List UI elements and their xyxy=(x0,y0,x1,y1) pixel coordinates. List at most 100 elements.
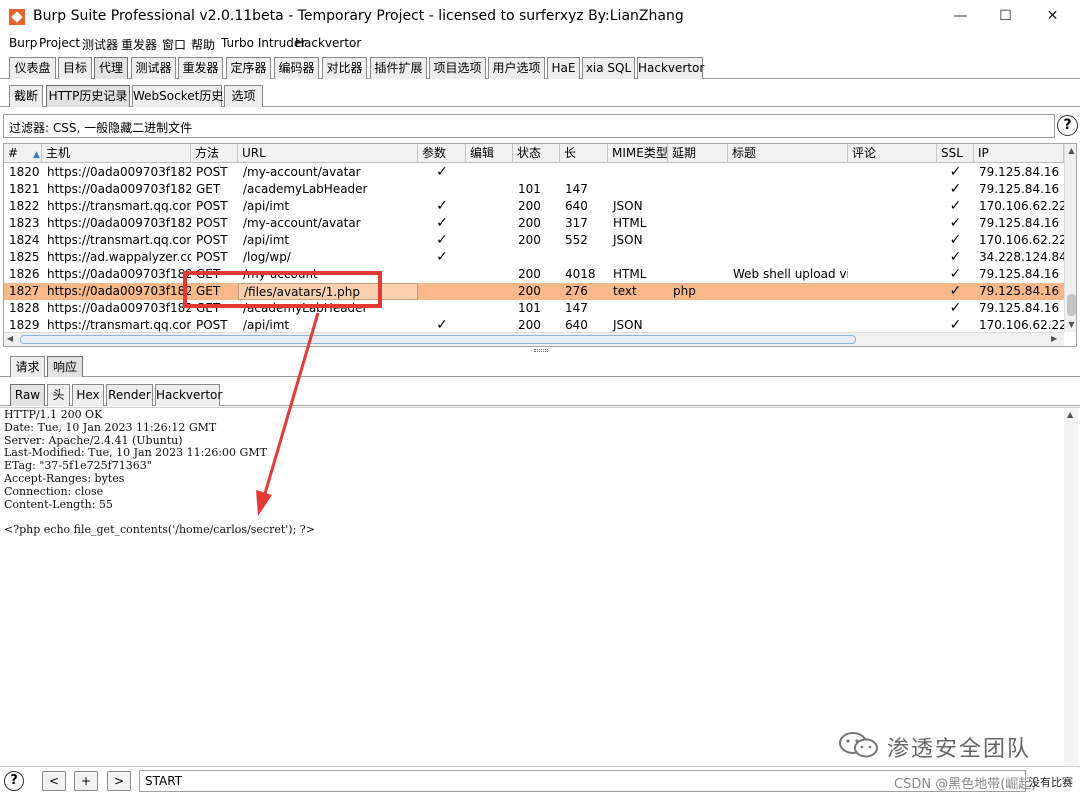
table-row[interactable]: 1820 https://0ada009703f182cfc... POST/my-… xyxy=(4,164,1064,181)
response-vertical-scrollbar[interactable]: ▲ xyxy=(1064,408,1078,766)
cell-ip: 34.228.124.84 xyxy=(979,250,1064,264)
scrollbar-thumb[interactable] xyxy=(20,335,856,344)
column-header-edited[interactable]: 编辑 xyxy=(466,144,513,163)
cell-ssl: ✓ xyxy=(949,164,962,180)
column-header-title[interactable]: 标题 xyxy=(728,144,848,163)
cell-extension: php xyxy=(673,284,696,298)
tab-websocket-history[interactable]: WebSocket历史 xyxy=(132,85,223,107)
table-row[interactable]: 1827https://0ada009703f182cfc...GET/file… xyxy=(4,283,1064,300)
tab-request[interactable]: 请求 xyxy=(10,356,45,377)
menu-project[interactable]: Project xyxy=(39,36,80,50)
menu-burp[interactable]: Burp xyxy=(9,36,37,50)
cell-params: ✓ xyxy=(436,232,448,248)
table-row[interactable]: 1821 https://0ada009703f182cfc... GET/acad… xyxy=(4,181,1064,198)
tab-sequencer[interactable]: 定序器 xyxy=(226,57,271,79)
cell-title xyxy=(728,232,848,249)
tab-hackvertor[interactable]: Hackvertor xyxy=(637,57,704,79)
tab-intercept[interactable]: 截断 xyxy=(9,85,43,107)
tab-hackvertor-view[interactable]: Hackvertor xyxy=(155,384,222,406)
tab-render[interactable]: Render xyxy=(106,384,153,406)
column-header-number[interactable]: # ▲ xyxy=(4,144,42,163)
table-horizontal-scrollbar[interactable]: ◀ ▶ xyxy=(4,332,1064,346)
cell-url: /my-account/avatar xyxy=(243,165,361,179)
brand-watermark-text: 渗透安全团队 xyxy=(887,737,1032,762)
column-header-params[interactable]: 参数 xyxy=(418,144,466,163)
main-tab-bar: 仪表盘 目标 代理 测试器 重发器 定序器 编码器 对比器 插件扩展 项目选项 … xyxy=(0,55,1080,79)
tab-decoder[interactable]: 编码器 xyxy=(274,57,319,79)
tab-raw[interactable]: Raw xyxy=(10,384,45,406)
tab-user-options[interactable]: 用户选项 xyxy=(488,57,545,79)
cell-ip: 79.125.84.16 xyxy=(979,267,1060,281)
cell-extension xyxy=(668,266,728,283)
tab-repeater[interactable]: 重发器 xyxy=(178,57,223,79)
tab-headers[interactable]: 头 xyxy=(47,384,70,406)
search-options-button[interactable]: + xyxy=(74,771,98,791)
menu-help[interactable]: 帮助 xyxy=(191,36,215,53)
cell-number: 1822 xyxy=(9,199,40,213)
column-header-comment[interactable]: 评论 xyxy=(848,144,937,163)
tab-xia-sql[interactable]: xia SQL xyxy=(582,57,635,79)
splitter-handle[interactable] xyxy=(534,349,548,352)
cell-extension xyxy=(668,300,728,317)
tab-comparer[interactable]: 对比器 xyxy=(322,57,367,79)
tab-options[interactable]: 选项 xyxy=(224,85,263,107)
next-match-button[interactable]: > xyxy=(107,771,131,791)
scrollbar-thumb[interactable] xyxy=(1067,294,1076,316)
cell-ssl: ✓ xyxy=(949,283,962,299)
column-header-url[interactable]: URL xyxy=(238,144,418,163)
cell-params: ✓ xyxy=(436,249,448,265)
tab-proxy[interactable]: 代理 xyxy=(94,57,128,79)
cell-ssl: ✓ xyxy=(949,198,962,214)
table-row[interactable]: 1825 https://ad.wappalyzer.com POST/log/wp… xyxy=(4,249,1064,266)
column-header-method[interactable]: 方法 xyxy=(191,144,238,163)
menu-intruder[interactable]: 测试器 xyxy=(82,36,118,53)
tab-target[interactable]: 目标 xyxy=(58,57,92,79)
table-row[interactable]: 1822 https://transmart.qq.com POST/api/imt… xyxy=(4,198,1064,215)
menu-repeater[interactable]: 重发器 xyxy=(121,36,157,53)
column-header-host[interactable]: 主机 xyxy=(42,144,191,163)
cell-url: /my-account/avatar xyxy=(243,216,361,230)
close-button[interactable]: ✕ xyxy=(1030,2,1075,30)
filter-bar[interactable]: 过滤器: CSS, 一般隐藏二进制文件 xyxy=(3,114,1055,138)
cell-length xyxy=(560,164,608,181)
menu-hackvertor[interactable]: Hackvertor xyxy=(295,36,361,50)
menu-turbo-intruder[interactable]: Turbo Intruder xyxy=(221,36,306,50)
tab-intruder[interactable]: 测试器 xyxy=(131,57,176,79)
tab-hae[interactable]: HaE xyxy=(547,57,580,79)
column-header-length[interactable]: 长 xyxy=(560,144,608,163)
table-row[interactable]: 1824 https://transmart.qq.com POST/api/imt… xyxy=(4,232,1064,249)
tab-response[interactable]: 响应 xyxy=(47,356,83,377)
scroll-up-arrow-icon[interactable]: ▲ xyxy=(1067,410,1073,419)
scroll-left-arrow-icon[interactable]: ◀ xyxy=(7,334,13,343)
table-row[interactable]: 1826https://0ada009703f182cfc...GET/my-a… xyxy=(4,266,1064,283)
tab-hex[interactable]: Hex xyxy=(72,384,104,406)
table-vertical-scrollbar[interactable]: ▲ ▼ xyxy=(1064,144,1076,332)
column-header-ip[interactable]: IP xyxy=(974,144,1064,163)
help-icon[interactable]: ? xyxy=(1057,115,1078,136)
cell-mime-type: HTML xyxy=(613,216,647,230)
tab-project-options[interactable]: 项目选项 xyxy=(429,57,486,79)
table-row[interactable]: 1828https://0ada009703f182cfc...GET/acad… xyxy=(4,300,1064,317)
help-icon[interactable]: ? xyxy=(4,771,24,791)
cell-mime-type xyxy=(608,164,668,181)
tab-extender[interactable]: 插件扩展 xyxy=(370,57,427,79)
column-header-extension[interactable]: 延期 xyxy=(668,144,728,163)
scroll-right-arrow-icon[interactable]: ▶ xyxy=(1051,334,1057,343)
column-header-mime-type[interactable]: MIME类型 xyxy=(608,144,668,163)
response-editor[interactable]: HTTP/1.1 200 OK Date: Tue, 10 Jan 2023 11… xyxy=(0,407,1080,766)
menu-bar: Burp Project 测试器 重发器 窗口 帮助 Turbo Intrude… xyxy=(0,32,1080,54)
tab-dashboard[interactable]: 仪表盘 xyxy=(9,57,56,79)
cell-method: POST xyxy=(196,250,228,264)
tab-http-history[interactable]: HTTP历史记录 xyxy=(46,85,130,107)
cell-url: /api/imt xyxy=(243,199,290,213)
table-row[interactable]: 1823 https://0ada009703f182cfc... POST/my-… xyxy=(4,215,1064,232)
menu-window[interactable]: 窗口 xyxy=(162,36,186,53)
column-header-status[interactable]: 状态 xyxy=(513,144,560,163)
minimize-button[interactable]: — xyxy=(938,2,983,30)
maximize-button[interactable]: ☐ xyxy=(983,2,1028,30)
scroll-down-arrow-icon[interactable]: ▼ xyxy=(1065,320,1076,329)
scroll-up-arrow-icon[interactable]: ▲ xyxy=(1065,146,1076,155)
previous-match-button[interactable]: < xyxy=(42,771,66,791)
search-input[interactable]: START xyxy=(139,770,1026,792)
column-header-ssl[interactable]: SSL xyxy=(937,144,974,163)
